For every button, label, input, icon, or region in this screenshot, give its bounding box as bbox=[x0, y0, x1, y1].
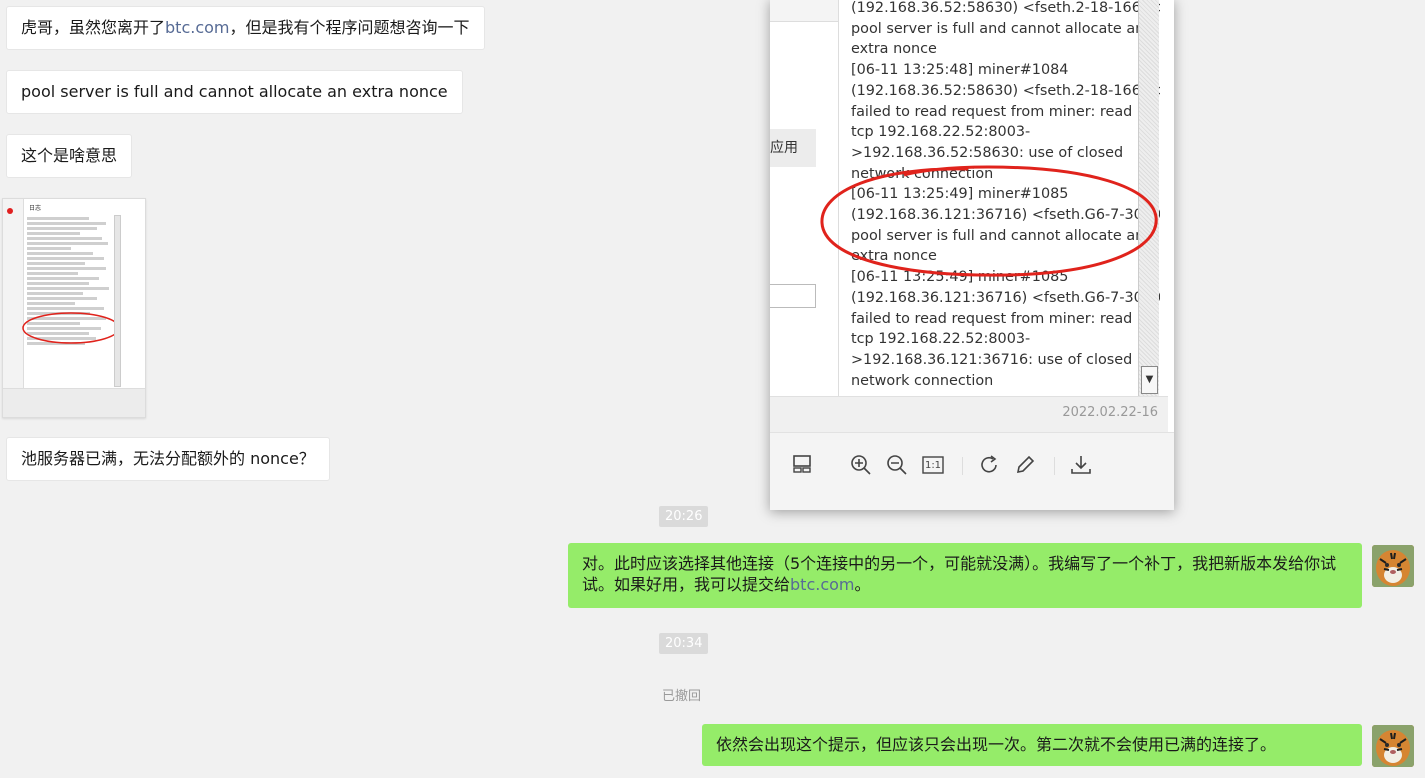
log-line: (192.168.36.121:36716) <fseth.G6-7-3070> bbox=[851, 207, 1160, 224]
thumbnail-sidebar bbox=[3, 199, 24, 417]
log-line: tcp 192.168.22.52:8003- bbox=[851, 331, 1031, 348]
screenshot-scrollbar: ▼ bbox=[1138, 0, 1159, 396]
edit-icon[interactable] bbox=[1012, 453, 1038, 479]
screenshot-footer: 2022.02.22-16 bbox=[770, 396, 1168, 432]
message-bubble-outgoing[interactable]: 对。此时应该选择其他连接（5个连接中的另一个，可能就没满）。我编写了一个补丁，我… bbox=[568, 543, 1362, 608]
message-text: 池服务器已满，无法分配额外的 nonce？ bbox=[21, 449, 315, 468]
screenshot-left-panel: 应用 bbox=[770, 0, 838, 432]
message-text: ，但是我有个程序问题想咨询一下 bbox=[229, 18, 470, 37]
message-bubble-incoming[interactable]: 这个是啥意思 bbox=[6, 134, 133, 178]
log-line: network connection bbox=[851, 165, 994, 182]
log-line: [06-11 13:25:49] miner#1085 bbox=[851, 186, 1069, 203]
message-text: pool server is full and cannot allocate … bbox=[21, 82, 448, 101]
message-link[interactable]: btc.com bbox=[790, 575, 854, 594]
screenshot-timestamp: 2022.02.22-16 bbox=[1062, 405, 1158, 420]
log-line: pool server is full and cannot allocate … bbox=[851, 227, 1145, 244]
log-text: (192.168.36.52:58630) <fseth.2-18-1660s>… bbox=[839, 0, 1160, 391]
log-line: [06-11 13:25:49] miner#1085 bbox=[851, 269, 1069, 286]
thumbnail-header: 日志 bbox=[29, 205, 42, 212]
message-bubble-incoming[interactable]: 池服务器已满，无法分配额外的 nonce？ bbox=[6, 437, 330, 481]
chevron-down-icon: ▼ bbox=[1141, 366, 1158, 394]
screenshot-input-field bbox=[770, 284, 816, 308]
log-line: failed to read request from miner: read bbox=[851, 103, 1133, 120]
log-line: >192.168.36.52:58630: use of closed bbox=[851, 144, 1124, 161]
message-text: 。 bbox=[854, 575, 871, 594]
message-text: 这个是啥意思 bbox=[21, 146, 118, 165]
viewer-image: 应用 (192.168.36.52:58630) <fseth.2-18-166… bbox=[770, 0, 1168, 432]
log-line: (192.168.36.121:36716) <fseth.G6-7-3070> bbox=[851, 289, 1160, 306]
image-viewer-window[interactable]: 应用 (192.168.36.52:58630) <fseth.2-18-166… bbox=[770, 0, 1174, 510]
image-message-thumbnail[interactable]: 日志 bbox=[2, 198, 146, 418]
thumbnail-footer bbox=[3, 388, 145, 417]
screenshot-log-panel: (192.168.36.52:58630) <fseth.2-18-1660s>… bbox=[838, 0, 1160, 396]
message-bubble-outgoing[interactable]: 依然会出现这个提示，但应该只会出现一次。第二次就不会使用已满的连接了。 bbox=[702, 724, 1362, 766]
download-icon[interactable] bbox=[1068, 453, 1094, 479]
log-line: extra nonce bbox=[851, 248, 937, 265]
layout-icon[interactable] bbox=[789, 453, 815, 479]
avatar[interactable] bbox=[1372, 545, 1414, 587]
log-line: (192.168.36.52:58630) <fseth.2-18-1660s> bbox=[851, 82, 1160, 99]
message-text: 依然会出现这个提示，但应该只会出现一次。第二次就不会使用已满的连接了。 bbox=[716, 735, 1277, 754]
log-line: network connection bbox=[851, 372, 994, 389]
avatar[interactable] bbox=[1372, 725, 1414, 767]
message-bubble-incoming[interactable]: pool server is full and cannot allocate … bbox=[6, 70, 463, 114]
log-line: [06-11 13:25:48] miner#1084 bbox=[851, 62, 1069, 79]
thumbnail-highlight-ellipse bbox=[22, 312, 120, 344]
screenshot-apply-label: 应用 bbox=[770, 140, 798, 156]
rotate-icon[interactable] bbox=[976, 453, 1002, 479]
actual-size-icon[interactable]: 1:1 bbox=[920, 453, 946, 479]
log-line: pool server is full and cannot allocate … bbox=[851, 20, 1145, 37]
log-line: failed to read request from miner: read bbox=[851, 310, 1133, 327]
log-line: >192.168.36.121:36716: use of closed bbox=[851, 351, 1133, 368]
message-text: 虎哥，虽然您离开了 bbox=[21, 18, 166, 37]
message-text: 对。此时应该选择其他连接（5个连接中的另一个，可能就没满）。我编写了一个补丁，我… bbox=[582, 554, 1337, 594]
recalled-message-note: 已撤回 bbox=[662, 689, 702, 704]
log-line: (192.168.36.52:58630) <fseth.2-18-1660s> bbox=[851, 0, 1160, 16]
time-divider: 20:26 bbox=[659, 506, 709, 527]
actual-size-label: 1:1 bbox=[924, 460, 942, 471]
time-divider: 20:34 bbox=[659, 633, 709, 654]
toolbar-divider bbox=[962, 457, 963, 475]
screenshot-apply-button: 应用 bbox=[770, 129, 816, 167]
log-line: tcp 192.168.22.52:8003- bbox=[851, 124, 1031, 141]
message-bubble-incoming[interactable]: 虎哥，虽然您离开了btc.com，但是我有个程序问题想咨询一下 bbox=[6, 6, 485, 50]
toolbar-divider bbox=[1054, 457, 1055, 475]
screenshot-top-box bbox=[770, 0, 838, 22]
viewer-toolbar: 1:1 bbox=[770, 432, 1174, 510]
thumbnail-scrollbar bbox=[114, 215, 121, 387]
log-line: extra nonce bbox=[851, 41, 937, 58]
zoom-out-icon[interactable] bbox=[884, 453, 910, 479]
message-link[interactable]: btc.com bbox=[165, 18, 229, 37]
zoom-in-icon[interactable] bbox=[848, 453, 874, 479]
